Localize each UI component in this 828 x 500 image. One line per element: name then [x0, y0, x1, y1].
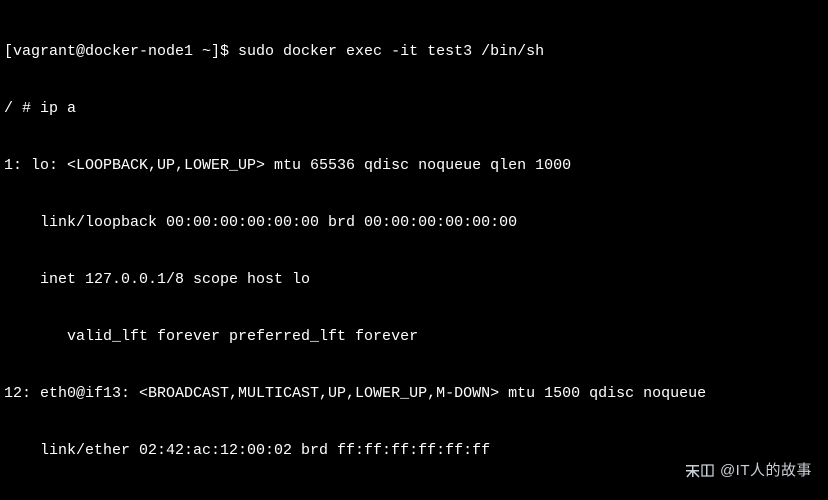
terminal-line: link/ether 02:42:ac:12:00:02 brd ff:ff:f… [4, 441, 828, 460]
watermark: @IT人的故事 [686, 461, 812, 480]
terminal-line: valid_lft forever preferred_lft forever [4, 327, 828, 346]
watermark-text: @IT人的故事 [720, 461, 812, 480]
terminal-line: 12: eth0@if13: <BROADCAST,MULTICAST,UP,L… [4, 384, 828, 403]
terminal-line: inet 127.0.0.1/8 scope host lo [4, 270, 828, 289]
terminal-line: / # ip a [4, 99, 828, 118]
terminal-output[interactable]: [vagrant@docker-node1 ~]$ sudo docker ex… [0, 0, 828, 500]
terminal-line: 1: lo: <LOOPBACK,UP,LOWER_UP> mtu 65536 … [4, 156, 828, 175]
terminal-line: [vagrant@docker-node1 ~]$ sudo docker ex… [4, 42, 828, 61]
zhihu-icon [686, 464, 714, 478]
terminal-line: link/loopback 00:00:00:00:00:00 brd 00:0… [4, 213, 828, 232]
